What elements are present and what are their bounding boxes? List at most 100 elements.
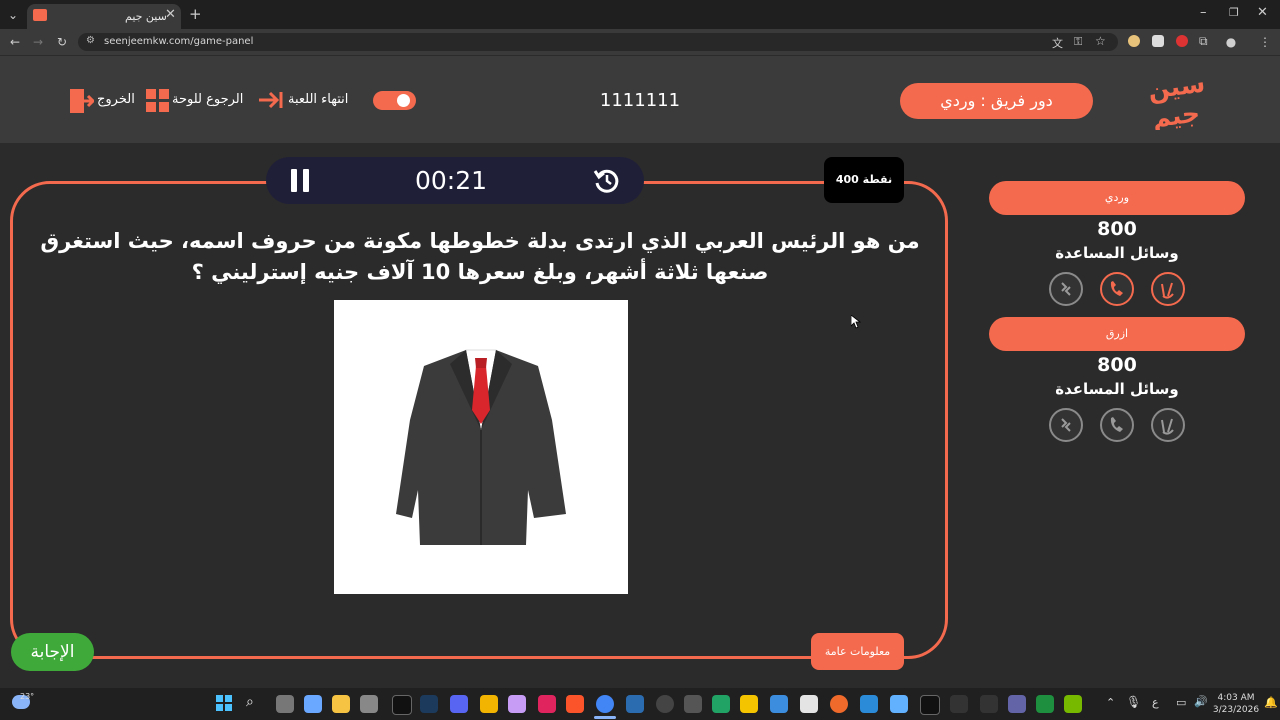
tab-list-icon[interactable]: ⌄ — [4, 6, 22, 24]
team-2-two-answers-icon[interactable] — [1151, 408, 1185, 442]
team-1-name: وردي — [989, 181, 1245, 215]
timer-display: 00:21 — [414, 166, 488, 195]
end-game-label[interactable]: انتهاء اللعبة — [288, 92, 348, 107]
window-close-icon[interactable]: ✕ — [1257, 5, 1268, 20]
suit-illustration — [396, 349, 566, 545]
svg-text:جيم: جيم — [1150, 98, 1201, 130]
question-text: من هو الرئيس العربي الذي ارتدى بدلة خطوط… — [40, 229, 920, 284]
search-icon[interactable]: ⌕ — [246, 694, 254, 710]
taskbar-time[interactable]: 4:03 AM — [1216, 693, 1256, 703]
answer-button[interactable]: الإجابة — [11, 633, 94, 671]
profile-icon[interactable]: ● — [1222, 33, 1240, 51]
active-app-indicator — [594, 716, 616, 719]
reset-timer-icon[interactable] — [593, 167, 621, 195]
steam-icon[interactable] — [420, 695, 438, 713]
mouse-cursor-icon — [850, 314, 862, 329]
team-1-two-answers-icon[interactable] — [1151, 272, 1185, 306]
team-turn-label: دور فريق : وردي — [940, 91, 1053, 110]
tab-title: سين جيم — [125, 10, 167, 23]
network-icon[interactable]: ▭ — [1176, 696, 1186, 709]
timer-bar: 00:21 — [266, 157, 644, 204]
extensions-puzzle-icon[interactable]: ⧉ — [1199, 34, 1208, 49]
app-orange-icon[interactable] — [830, 695, 848, 713]
back-icon[interactable]: ← — [6, 33, 24, 51]
exit-label[interactable]: الخروج — [97, 92, 135, 107]
app-yellow-icon[interactable] — [740, 695, 758, 713]
exit-door-icon[interactable] — [68, 88, 96, 114]
app-icon[interactable] — [508, 695, 526, 713]
browser-tab[interactable]: سين جيم ✕ — [27, 4, 181, 29]
game-code: 1111111 — [599, 90, 681, 111]
discord-icon[interactable] — [450, 695, 468, 713]
copilot-icon[interactable] — [304, 695, 322, 713]
menu-icon[interactable]: ⋮ — [1256, 33, 1274, 51]
tab-close-icon[interactable]: ✕ — [165, 7, 176, 22]
team-2-score: 800 — [1097, 354, 1137, 376]
shield-extension-icon[interactable] — [1152, 35, 1164, 47]
forward-icon[interactable]: → — [29, 33, 47, 51]
browser-tab-bar: ⌄ سين جيم ✕ + – ❐ ✕ — [0, 0, 1280, 29]
volume-icon[interactable]: 🔊 — [1194, 695, 1208, 708]
bookmark-star-icon[interactable]: ☆ — [1095, 34, 1106, 48]
extension-icon[interactable] — [1128, 35, 1140, 47]
seenjeem-logo: سين جيم — [1144, 68, 1212, 133]
translate-icon[interactable]: 文 — [1052, 35, 1063, 51]
teams-icon[interactable] — [1008, 695, 1026, 713]
brave-icon[interactable] — [566, 695, 584, 713]
app-media-icon[interactable] — [860, 695, 878, 713]
notepad-icon[interactable] — [890, 695, 908, 713]
record-extension-icon[interactable] — [1176, 35, 1188, 47]
category-badge: معلومات عامة — [811, 633, 904, 670]
toggle-knob-icon — [397, 94, 410, 107]
grid-board-icon[interactable] — [146, 89, 170, 113]
app-blue-icon[interactable] — [626, 695, 644, 713]
team-turn-badge: دور فريق : وردي — [900, 83, 1093, 119]
address-bar[interactable]: ⚙ seenjeemkw.com/game-panel 文 ⚿ ☆ — [78, 33, 1118, 51]
store-icon[interactable] — [800, 695, 818, 713]
question-points: 400 نقطة — [824, 157, 904, 203]
restore-icon[interactable]: ❐ — [1229, 6, 1239, 19]
team-1-score: 800 — [1097, 218, 1137, 240]
app-black-icon[interactable] — [920, 695, 940, 715]
windows-taskbar: 23° ⌕ ⌃ 🎙 ع ▭ 🔊 4:03 AM 3/23/2026 🔔 — [0, 688, 1280, 720]
back-to-board-label[interactable]: الرجوع للوحة — [172, 92, 243, 107]
notification-bell-icon[interactable]: 🔔 — [1264, 696, 1278, 709]
microphone-icon[interactable]: 🎙 — [1126, 695, 1141, 709]
rockstar-icon[interactable] — [480, 695, 498, 713]
reload-icon[interactable]: ↻ — [53, 33, 71, 51]
epic-games-icon[interactable] — [392, 695, 412, 715]
end-game-toggle[interactable] — [373, 91, 416, 110]
tray-chevron-icon[interactable]: ⌃ — [1106, 696, 1115, 709]
arrow-right-icon[interactable] — [257, 89, 283, 111]
github-icon[interactable] — [656, 695, 674, 713]
app-dark-icon[interactable] — [950, 695, 968, 713]
start-windows-icon[interactable] — [216, 695, 232, 711]
language-indicator[interactable]: ع — [1152, 696, 1159, 709]
minimize-icon[interactable]: – — [1200, 5, 1207, 20]
chrome-icon[interactable] — [596, 695, 614, 713]
weather-temp: 23° — [20, 692, 35, 701]
app-glasses-icon[interactable] — [980, 695, 998, 713]
site-info-icon[interactable]: ⚙ — [86, 35, 95, 46]
team-2-call-friend-icon[interactable] — [1100, 408, 1134, 442]
task-view-icon[interactable] — [276, 695, 294, 713]
new-tab-button[interactable]: + — [189, 5, 202, 23]
excel-icon[interactable] — [712, 695, 730, 713]
settings-gear-icon[interactable] — [360, 695, 378, 713]
app-gray-icon[interactable] — [684, 695, 702, 713]
photos-icon[interactable] — [770, 695, 788, 713]
app-green-icon[interactable] — [1036, 695, 1054, 713]
pause-icon[interactable] — [290, 169, 310, 192]
taskbar-date[interactable]: 3/23/2026 — [1212, 705, 1260, 715]
url-text: seenjeemkw.com/game-panel — [104, 36, 254, 47]
question-image — [334, 300, 628, 594]
team-2-rest-icon[interactable] — [1049, 408, 1083, 442]
password-key-icon[interactable]: ⚿ — [1074, 35, 1082, 49]
file-explorer-icon[interactable] — [332, 695, 350, 713]
team-1-aids-label: وسائل المساعدة — [1055, 244, 1179, 262]
nvidia-icon[interactable] — [1064, 695, 1082, 713]
team-1-call-friend-icon[interactable] — [1100, 272, 1134, 306]
team-1-rest-icon[interactable] — [1049, 272, 1083, 306]
app-red-icon[interactable] — [538, 695, 556, 713]
favicon-icon — [33, 9, 47, 21]
